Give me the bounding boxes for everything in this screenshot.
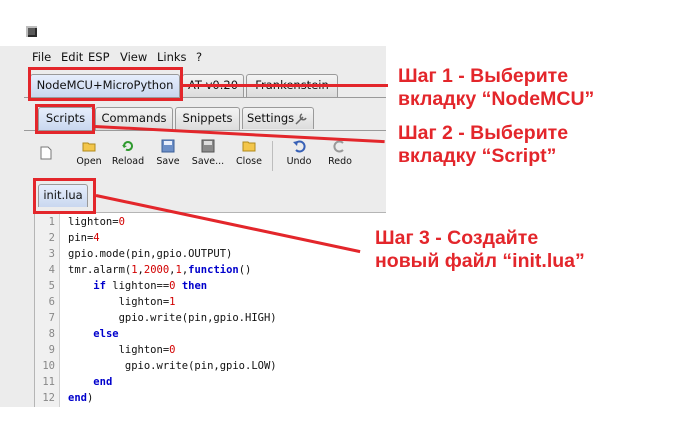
save-as-icon bbox=[201, 139, 215, 153]
highlight-box-scripts bbox=[35, 104, 95, 134]
menu-links[interactable]: Links bbox=[157, 50, 187, 64]
close-label: Close bbox=[236, 156, 262, 167]
redo-label: Redo bbox=[328, 156, 352, 167]
tab-settings-label: Settings bbox=[247, 111, 295, 125]
open-button[interactable]: Open bbox=[72, 139, 106, 167]
menu-esp[interactable]: ESP bbox=[88, 50, 110, 64]
line-number: 8 bbox=[48, 328, 55, 340]
code-line: if lighton==0 then bbox=[93, 280, 208, 292]
save-label: Save bbox=[156, 156, 180, 167]
save-icon bbox=[161, 139, 175, 153]
highlight-box-nodemcu bbox=[28, 67, 183, 101]
reload-label: Reload bbox=[111, 156, 145, 167]
tab-settings[interactable]: Settings bbox=[242, 107, 314, 129]
code-line: else bbox=[93, 328, 119, 340]
line-number: 7 bbox=[48, 312, 55, 324]
new-file-icon bbox=[40, 146, 52, 160]
annotation-step1: Шаг 1 - Выберите вкладку “NodeMCU” bbox=[398, 65, 594, 111]
annotation-step3: Шаг 3 - Создайте новый файл “init.lua” bbox=[375, 227, 585, 273]
folder-open-icon bbox=[82, 142, 96, 152]
save-button[interactable]: Save bbox=[153, 139, 183, 167]
line-number: 6 bbox=[48, 296, 55, 308]
annotation-step1-line1: Шаг 1 - Выберите bbox=[398, 65, 569, 87]
line-number: 10 bbox=[42, 360, 55, 372]
code-line: end bbox=[93, 376, 113, 388]
line-number: 12 bbox=[42, 392, 55, 404]
redo-button[interactable]: Redo bbox=[324, 139, 356, 167]
annotation-step1-line2: вкладку “NodeMCU” bbox=[398, 88, 595, 110]
code-line: pin=4 bbox=[68, 232, 100, 244]
code-line: lighton=0 bbox=[68, 216, 125, 228]
code-line: gpio.write(pin,gpio.LOW) bbox=[68, 360, 277, 372]
menu-help[interactable]: ? bbox=[196, 50, 202, 64]
menu-bar: File Edit ESP View Links ? bbox=[24, 46, 386, 66]
close-button[interactable]: Close bbox=[233, 139, 265, 167]
save-as-label: Save... bbox=[191, 156, 225, 167]
line-number: 11 bbox=[42, 376, 55, 388]
undo-icon bbox=[293, 140, 306, 153]
menu-edit[interactable]: Edit bbox=[61, 50, 83, 64]
annotation-step3-line2: новый файл “init.lua” bbox=[375, 250, 585, 272]
title-bar bbox=[0, 0, 386, 46]
toolbar-separator bbox=[272, 141, 273, 171]
code-line: end) bbox=[68, 392, 94, 404]
code-line: gpio.write(pin,gpio.HIGH) bbox=[68, 312, 277, 324]
highlight-box-init-lua bbox=[33, 178, 96, 214]
wrench-icon bbox=[295, 113, 307, 125]
reload-icon bbox=[122, 141, 133, 152]
line-number: 1 bbox=[48, 216, 55, 228]
new-button[interactable] bbox=[36, 146, 56, 163]
code-line: gpio.mode(pin,gpio.OUTPUT) bbox=[68, 248, 233, 260]
code-line: lighton=1 bbox=[68, 296, 176, 308]
open-label: Open bbox=[76, 156, 102, 167]
menu-file[interactable]: File bbox=[32, 50, 51, 64]
code-line: lighton=0 bbox=[68, 344, 176, 356]
undo-label: Undo bbox=[286, 156, 312, 167]
line-number: 2 bbox=[48, 232, 55, 244]
tab-snippets[interactable]: Snippets bbox=[175, 107, 240, 130]
line-number: 3 bbox=[48, 248, 55, 260]
app-icon bbox=[26, 26, 37, 37]
line-number: 9 bbox=[48, 344, 55, 356]
menu-view[interactable]: View bbox=[120, 50, 147, 64]
annotation-step2-line2: вкладку “Script” bbox=[398, 145, 557, 167]
line-number: 5 bbox=[48, 280, 55, 292]
line-number: 4 bbox=[48, 264, 55, 276]
close-folder-icon bbox=[242, 141, 256, 152]
code-editor[interactable]: 1 lighton=0 2 pin=4 3 gpio.mode(pin,gpio.OUTP… bbox=[34, 212, 386, 407]
annotation-step2-line1: Шаг 2 - Выберите bbox=[398, 122, 569, 144]
annotation-step2: Шаг 2 - Выберите вкладку “Script” bbox=[398, 122, 568, 168]
connector-line-step1 bbox=[183, 84, 388, 87]
undo-button[interactable]: Undo bbox=[283, 139, 315, 167]
save-as-button[interactable]: Save... bbox=[189, 139, 227, 167]
code-line: tmr.alarm(1,2000,1,function() bbox=[68, 264, 252, 276]
reload-button[interactable]: Reload bbox=[111, 139, 145, 167]
annotation-step3-line1: Шаг 3 - Создайте bbox=[375, 227, 539, 249]
